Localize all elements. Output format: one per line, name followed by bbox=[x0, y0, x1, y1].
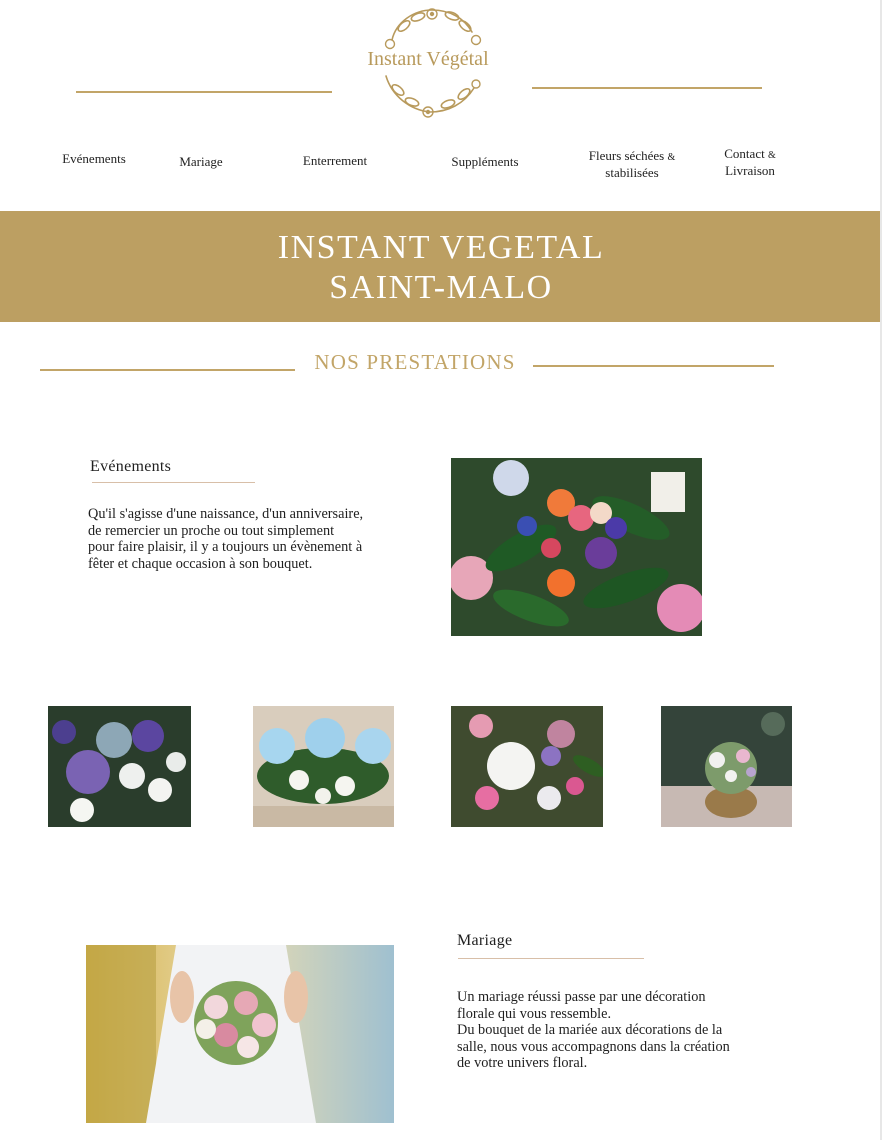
mariage-underline bbox=[458, 958, 644, 959]
nav-fleurs-sechees-line1: Fleurs séchées bbox=[588, 148, 665, 163]
evenements-heading: Evénements bbox=[90, 458, 172, 475]
gallery-photo-white-hydrangea-bouquet bbox=[451, 706, 603, 827]
nav-fleurs-sechees-line2: stabilisées bbox=[605, 165, 659, 180]
evenements-bouquet-photo bbox=[451, 458, 702, 636]
header-line-left bbox=[76, 91, 332, 93]
nav-evenements[interactable]: Evénements bbox=[54, 151, 134, 166]
mariage-heading: Mariage bbox=[457, 932, 513, 949]
nav-contact-amp: & bbox=[767, 150, 776, 161]
evenements-line: pour faire plaisir, il y a toujours un é… bbox=[88, 539, 363, 555]
evenements-line: de remercier un proche ou tout simplemen… bbox=[88, 522, 335, 539]
gallery-photo-blue-bouquet bbox=[48, 706, 191, 827]
nav-fleurs-sechees-amp: & bbox=[667, 152, 676, 163]
logo-text: Instant Végétal bbox=[367, 48, 489, 70]
nav-enterrement[interactable]: Enterrement bbox=[290, 153, 380, 168]
gallery-photo-hydrangea bbox=[253, 706, 394, 827]
nav-mariage-label: Mariage bbox=[179, 154, 223, 169]
mariage-line: Un mariage réussi passe par une décorati… bbox=[457, 989, 706, 1005]
evenements-text: Qu'il s'agisse d'une naissance, d'un ann… bbox=[88, 506, 418, 572]
mariage-line: salle, nous vous accompagnons dans la cr… bbox=[457, 1038, 730, 1055]
mariage-bride-bouquet-photo bbox=[86, 945, 394, 1123]
banner-title-line2: SAINT-MALO bbox=[329, 269, 553, 306]
evenements-line: fêter et chaque occasion à son bouquet. bbox=[88, 555, 313, 572]
section-title: NOS PRESTATIONS bbox=[314, 350, 516, 374]
mariage-line: Du bouquet de la mariée aux décorations … bbox=[457, 1022, 723, 1038]
nav-contact-line1: Contact bbox=[724, 146, 765, 161]
nav-contact-line2: Livraison bbox=[725, 163, 775, 178]
mariage-text: Un mariage réussi passe par une décorati… bbox=[457, 989, 787, 1072]
nav-evenements-label: Evénements bbox=[62, 151, 126, 166]
banner-title-line1: INSTANT VEGETAL bbox=[277, 229, 605, 266]
evenements-line: Qu'il s'agisse d'une naissance, d'un ann… bbox=[88, 506, 364, 522]
section-line-right bbox=[533, 365, 774, 367]
nav-fleurs-sechees[interactable]: Fleurs séchées & stabilisées bbox=[576, 148, 688, 180]
logo[interactable]: Instant Végétal bbox=[352, 4, 504, 120]
mariage-line: de votre univers floral. bbox=[457, 1055, 588, 1071]
nav-supplements[interactable]: Suppléments bbox=[438, 154, 532, 169]
nav-supplements-label: Suppléments bbox=[451, 154, 519, 169]
nav-mariage[interactable]: Mariage bbox=[166, 154, 236, 169]
nav-enterrement-label: Enterrement bbox=[302, 153, 368, 168]
header-line-right bbox=[532, 87, 762, 89]
evenements-underline bbox=[92, 482, 255, 483]
nav-contact-livraison[interactable]: Contact & Livraison bbox=[712, 146, 788, 178]
section-line-left bbox=[40, 369, 295, 371]
hero-banner: INSTANT VEGETAL SAINT-MALO bbox=[0, 211, 882, 322]
gallery-photo-pot-arrangement bbox=[661, 706, 792, 827]
mariage-line: florale qui vous ressemble. bbox=[457, 1005, 612, 1022]
